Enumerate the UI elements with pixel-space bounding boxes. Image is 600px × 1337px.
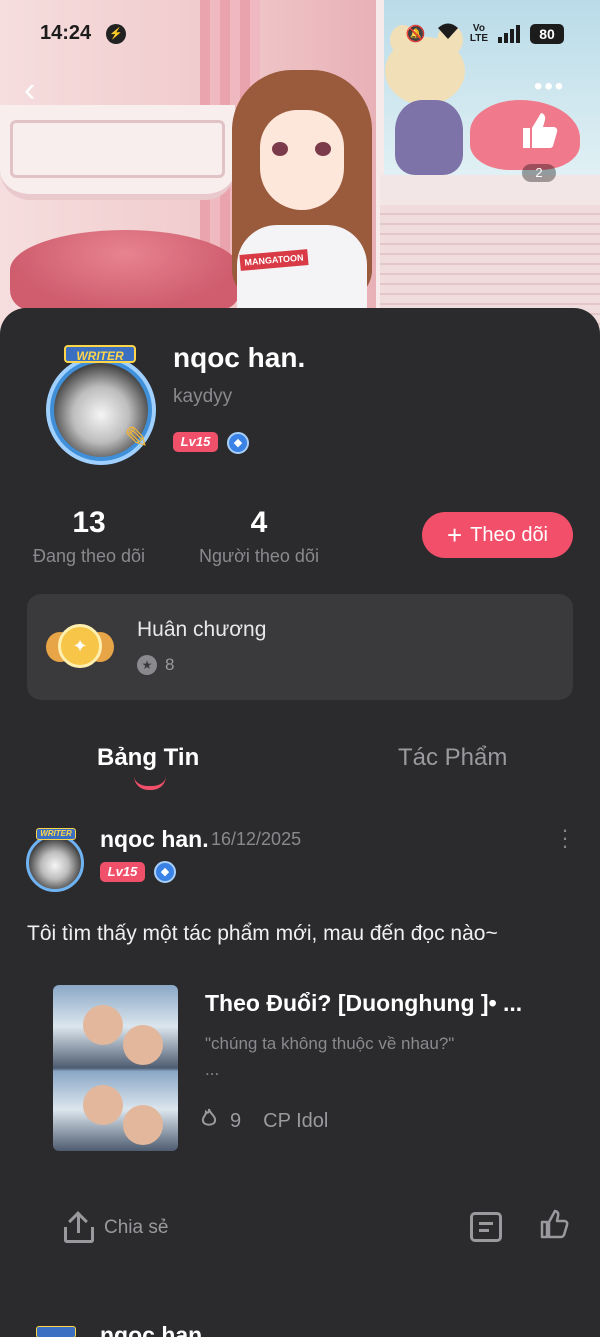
post-level-badge: Lv15 [100,862,145,882]
comment-icon[interactable] [470,1212,502,1242]
next-post-preview: nqoc han. [22,1322,582,1337]
status-time: 14:24 [40,22,92,44]
share-button[interactable]: Chia sẻ [64,1211,169,1243]
more-options-icon[interactable]: ••• [534,75,574,100]
cover-like-count: 2 [522,164,556,182]
following-count: 13 [72,506,106,539]
tab-works[interactable]: Tác Phẩm [398,744,507,772]
cover-character: MANGATOON [232,70,372,340]
medals-count-row: ★ 8 [137,655,174,675]
like-icon[interactable] [536,1208,572,1244]
followers-stat[interactable]: 4 Người theo dõi [190,506,328,567]
profile-handle: kaydyy [173,386,233,407]
work-hot-count: 9 [230,1109,242,1132]
post-diamond-badge-icon: ◆ [154,861,176,883]
writer-badge: WRITER [64,345,136,363]
share-icon [64,1211,94,1243]
following-stat[interactable]: 13 Đang theo dõi [24,506,154,567]
post-date: 16/12/2025 [211,829,302,849]
post-author-name[interactable]: nqoc han. [100,826,209,853]
messenger-icon: ⚡ [106,24,126,44]
battery-indicator: 80 [530,23,564,44]
work-description: "chúng ta không thuộc về nhau?" ... [205,1031,535,1083]
work-title[interactable]: Theo Đuổi? [Duonghung ]• ... [205,990,550,1017]
next-post-author[interactable]: nqoc han. [100,1322,209,1337]
post-text: Tôi tìm thấy một tác phẩm mới, mau đến đ… [27,922,498,945]
star-icon: ★ [137,655,157,675]
thumbs-up-icon[interactable] [514,108,564,158]
mute-bell-icon: 🔕 [405,25,426,43]
post-author-avatar[interactable]: WRITER [22,828,92,892]
level-badge[interactable]: Lv15 [173,432,218,452]
volte-indicator: Vo LTE [469,22,488,44]
status-bar: 14:24 ⚡ 🔕 Vo LTE 80 [0,18,600,50]
diamond-badge-icon[interactable]: ◆ [227,432,249,454]
wifi-icon [436,22,460,45]
avatar[interactable]: WRITER ✎ [38,345,164,471]
tab-feed[interactable]: Bảng Tin [97,744,199,772]
cover-sill [380,175,600,205]
work-genre[interactable]: CP Idol [263,1110,328,1133]
following-label: Đang theo dõi [32,546,146,566]
work-description-text: "chúng ta không thuộc về nhau?" ... [205,1034,455,1079]
follow-button[interactable]: + Theo dõi [422,512,573,558]
followers-count: 4 [250,506,268,539]
plus-icon: + [446,520,463,550]
cover-dresser-drawer [10,120,225,178]
profile-cover: MANGATOON [0,0,600,340]
pen-icon: ✎ [124,422,150,455]
signal-icon [498,24,520,43]
medals-title: Huân chương [137,618,267,641]
followers-label: Người theo dõi [199,546,319,566]
post-more-icon[interactable]: · · · [558,819,572,857]
profile-name: nqoc han. [173,342,306,373]
medals-count: 8 [165,655,175,674]
flame-icon [200,1108,218,1134]
cover-stool [10,230,240,310]
share-label: Chia sẻ [104,1217,169,1238]
medal-icon: ✦ [46,618,114,676]
follow-button-label: Theo dõi [470,523,549,546]
work-meta: 9 CP Idol [200,1108,328,1134]
back-chevron-icon[interactable]: ‹ [24,73,52,107]
post-writer-badge: WRITER [36,828,76,840]
work-cover-image[interactable] [53,985,178,1151]
